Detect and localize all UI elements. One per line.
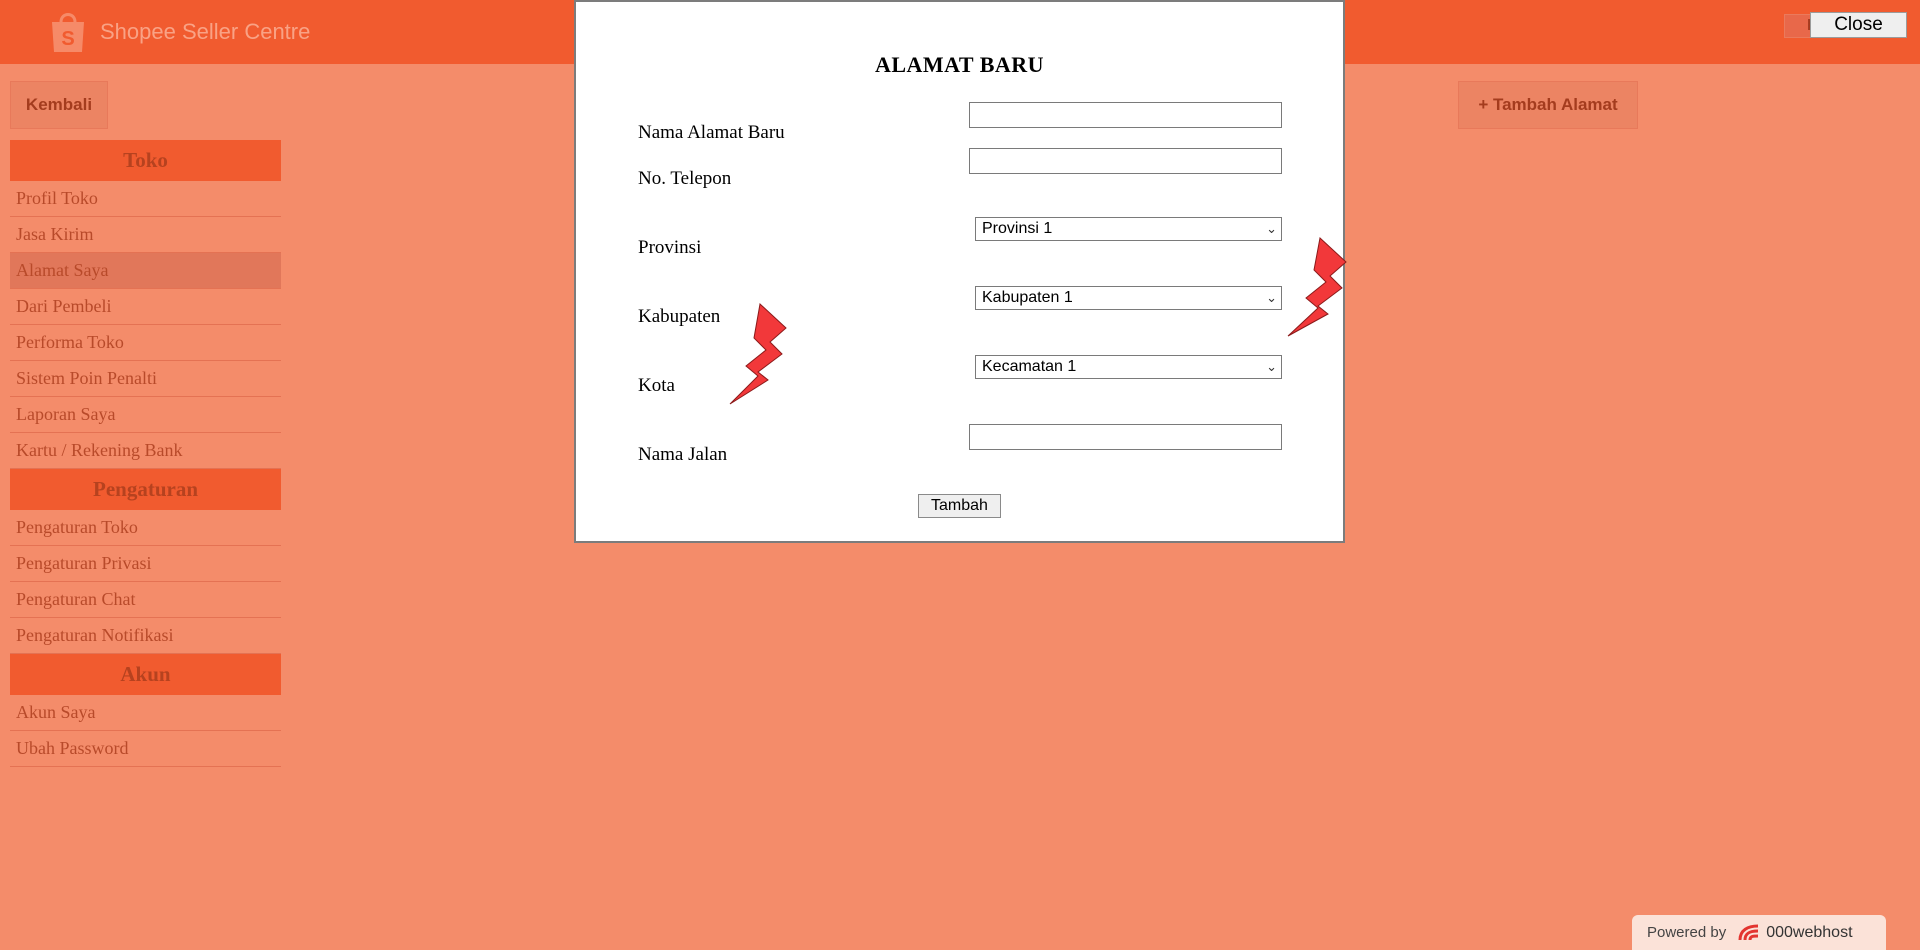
telepon-input[interactable] [969,148,1282,174]
brand-name: Shopee Seller Centre [100,19,311,44]
sidebar-item-sistem-poin-penalti[interactable]: Sistem Poin Penalti [10,361,281,397]
sidebar-item-pengaturan-chat[interactable]: Pengaturan Chat [10,582,281,618]
svg-text:S: S [61,28,74,50]
kota-label: Kota [638,375,675,396]
add-address-button[interactable]: + Tambah Alamat [1458,81,1638,129]
provinsi-select[interactable]: Provinsi 1 ⌄ [975,217,1282,241]
lightning-bolt-icon [1287,237,1347,337]
host-name: 000webhost [1766,923,1853,941]
chevron-down-icon: ⌄ [1266,290,1277,305]
chevron-down-icon: ⌄ [1266,359,1277,374]
sidebar-item-rekening-bank[interactable]: Kartu / Rekening Bank [10,433,281,469]
kabupaten-label: Kabupaten [638,306,721,327]
kota-selected-value: Kecamatan 1 [982,358,1077,375]
back-button[interactable]: Kembali [10,81,108,129]
kota-select[interactable]: Kecamatan 1 ⌄ [975,355,1282,379]
jalan-label: Nama Jalan [638,444,728,465]
powered-by-label: Powered by [1647,924,1727,941]
nama-alamat-input[interactable] [969,102,1282,128]
sidebar-item-pengaturan-toko[interactable]: Pengaturan Toko [10,510,281,546]
sidebar: Toko Profil Toko Jasa Kirim Alamat Saya … [10,140,281,767]
nama-jalan-input[interactable] [969,424,1282,450]
shopee-bag-icon: S [52,13,84,52]
sidebar-item-profil-toko[interactable]: Profil Toko [10,181,281,217]
sidebar-item-performa-toko[interactable]: Performa Toko [10,325,281,361]
sidebar-item-pengaturan-privasi[interactable]: Pengaturan Privasi [10,546,281,582]
new-address-modal: ALAMAT BARU Nama Alamat Baru No. Telepon… [574,0,1345,543]
telepon-label: No. Telepon [638,168,732,189]
sidebar-item-ubah-password[interactable]: Ubah Password [10,731,281,767]
powered-by-badge[interactable]: Powered by 000webhost [1632,915,1886,950]
submit-button[interactable]: Tambah [918,494,1001,518]
modal-title: ALAMAT BARU [874,52,1045,77]
sidebar-item-pengaturan-notifikasi[interactable]: Pengaturan Notifikasi [10,618,281,654]
close-button[interactable]: Close [1810,12,1907,38]
section-header-pengaturan: Pengaturan [10,469,281,510]
provinsi-selected-value: Provinsi 1 [982,220,1053,237]
webhost-logo-icon [1738,924,1759,940]
section-header-toko: Toko [10,140,281,181]
sidebar-item-alamat-saya[interactable]: Alamat Saya [10,253,281,289]
brand-logo[interactable]: S Shopee Seller Centre [38,0,318,64]
nama-alamat-label: Nama Alamat Baru [638,122,785,143]
sidebar-item-laporan-saya[interactable]: Laporan Saya [10,397,281,433]
provinsi-label: Provinsi [638,237,702,258]
kabupaten-selected-value: Kabupaten 1 [982,289,1073,306]
chevron-down-icon: ⌄ [1266,221,1277,236]
section-header-akun: Akun [10,654,281,695]
sidebar-item-akun-saya[interactable]: Akun Saya [10,695,281,731]
sidebar-item-dari-pembeli[interactable]: Dari Pembeli [10,289,281,325]
sidebar-item-jasa-kirim[interactable]: Jasa Kirim [10,217,281,253]
kabupaten-select[interactable]: Kabupaten 1 ⌄ [975,286,1282,310]
lightning-bolt-icon [729,303,787,405]
